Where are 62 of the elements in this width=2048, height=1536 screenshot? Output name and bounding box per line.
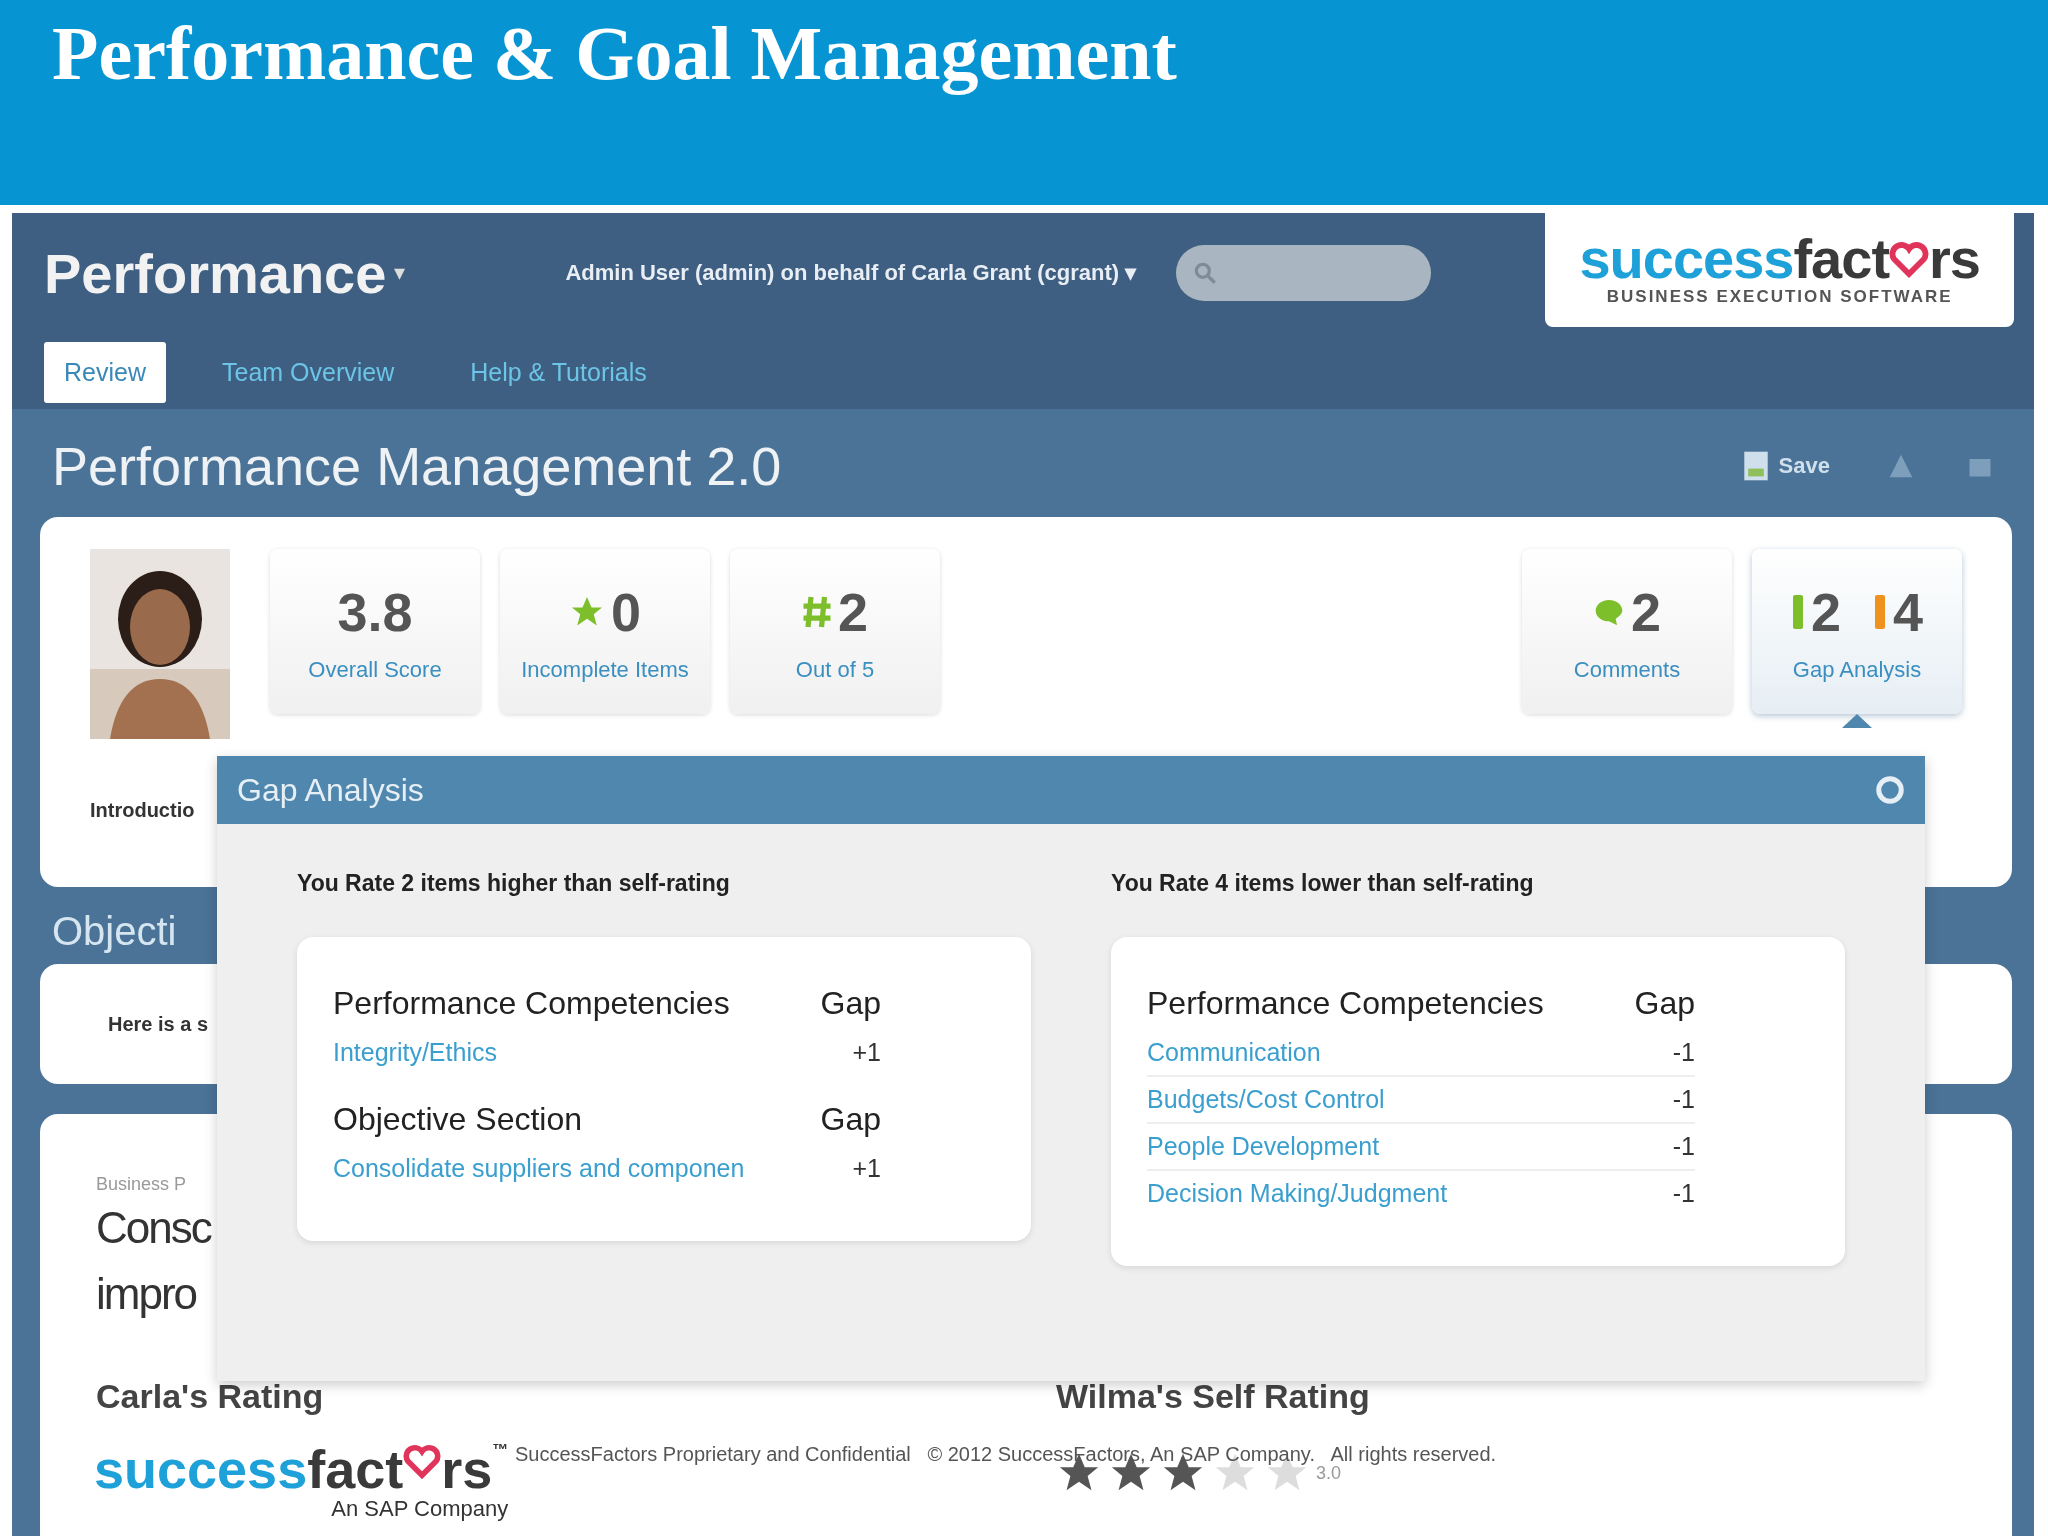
goal-title: impro <box>96 1268 197 1320</box>
score-tile[interactable]: 2 Out of 5 <box>730 549 940 714</box>
gap-heading: Gap <box>1634 985 1695 1022</box>
module-menu[interactable]: Performance▾ <box>44 240 406 306</box>
score-tile[interactable]: 3.8 Overall Score <box>270 549 480 714</box>
objectives-text: Here is a s <box>108 1012 209 1036</box>
group-heading: Performance Competencies <box>333 985 730 1022</box>
group-heading: Performance Competencies <box>1147 985 1544 1022</box>
tile-value: 2 <box>1630 580 1661 643</box>
section-heading: Objecti <box>52 909 177 953</box>
competency-link[interactable]: People Development <box>1147 1132 1380 1161</box>
nav-tab[interactable]: Help & Tutorials <box>450 342 667 403</box>
gap-bar-icon <box>1873 592 1887 631</box>
tile-label: Overall Score <box>308 656 442 683</box>
gap-heading: Gap <box>820 985 881 1022</box>
pointer-icon <box>1842 714 1872 728</box>
popup-title: Gap Analysis <box>237 771 424 809</box>
goal-title: Consc <box>96 1202 211 1254</box>
rating-label: Carla's Rating <box>96 1377 324 1415</box>
nav-tab[interactable]: Review <box>44 342 166 403</box>
tile-label: Incomplete Items <box>521 656 689 683</box>
close-icon[interactable] <box>1875 775 1905 805</box>
tile-label: Gap Analysis <box>1792 656 1922 683</box>
competency-link[interactable]: Integrity/Ethics <box>333 1038 497 1067</box>
heart-icon <box>1889 239 1930 279</box>
tile-label: Comments <box>1573 656 1681 683</box>
heart-icon <box>403 1442 442 1480</box>
gap-value: -1 <box>1672 1132 1695 1161</box>
tile-value: 3.8 <box>337 580 413 643</box>
gap-value: -1 <box>1672 1038 1695 1067</box>
competency-link[interactable]: Communication <box>1147 1038 1321 1067</box>
competency-link[interactable]: Budgets/Cost Control <box>1147 1085 1385 1114</box>
search-field[interactable] <box>1176 245 1432 301</box>
tile-value: 4 <box>1893 580 1924 643</box>
page-title: Performance Management 2.0 <box>52 435 782 497</box>
gap-bar-icon <box>1790 592 1805 631</box>
tile-label: Out of 5 <box>795 656 875 683</box>
competency-link[interactable]: Decision Making/Judgment <box>1147 1179 1448 1208</box>
logo: successfact rs BUSINESS EXECUTION SOFTWARE <box>1545 213 2014 327</box>
panel-heading: You Rate 4 items lower than self-rating <box>1111 870 1534 897</box>
competency-link[interactable]: Consolidate suppliers and componen <box>333 1154 745 1183</box>
section-label: Introductio <box>90 799 196 822</box>
nav-tab[interactable]: Team Overview <box>202 342 415 403</box>
gap-value: -1 <box>1672 1179 1695 1208</box>
user-menu[interactable]: Admin User (admin) on behalf of Carla Grant (cgrant) ▾ <box>565 260 1137 286</box>
tile-value: 2 <box>1810 580 1841 643</box>
panel-heading: You Rate 2 items higher than self-rating <box>297 870 730 897</box>
gap-value: -1 <box>1672 1085 1695 1114</box>
tile-value: 0 <box>610 580 641 643</box>
group-heading: Objective Section <box>333 1101 582 1138</box>
gap-value: +1 <box>852 1154 881 1183</box>
gap-heading: Gap <box>820 1101 881 1138</box>
score-tile[interactable]: 0 Incomplete Items <box>500 549 710 714</box>
save-button[interactable]: Save <box>1736 449 1836 483</box>
search-icon <box>1192 260 1219 286</box>
slide-title: Performance & Goal Management <box>52 10 1177 97</box>
score-tile[interactable]: 2 Comments <box>1522 549 1732 714</box>
tile-value: 2 <box>837 580 868 643</box>
rating-label: Wilma's Self Rating <box>1056 1377 1370 1416</box>
goal-caption: Business P <box>96 1174 187 1195</box>
save-icon <box>1742 450 1769 482</box>
gap-value: +1 <box>852 1038 881 1067</box>
